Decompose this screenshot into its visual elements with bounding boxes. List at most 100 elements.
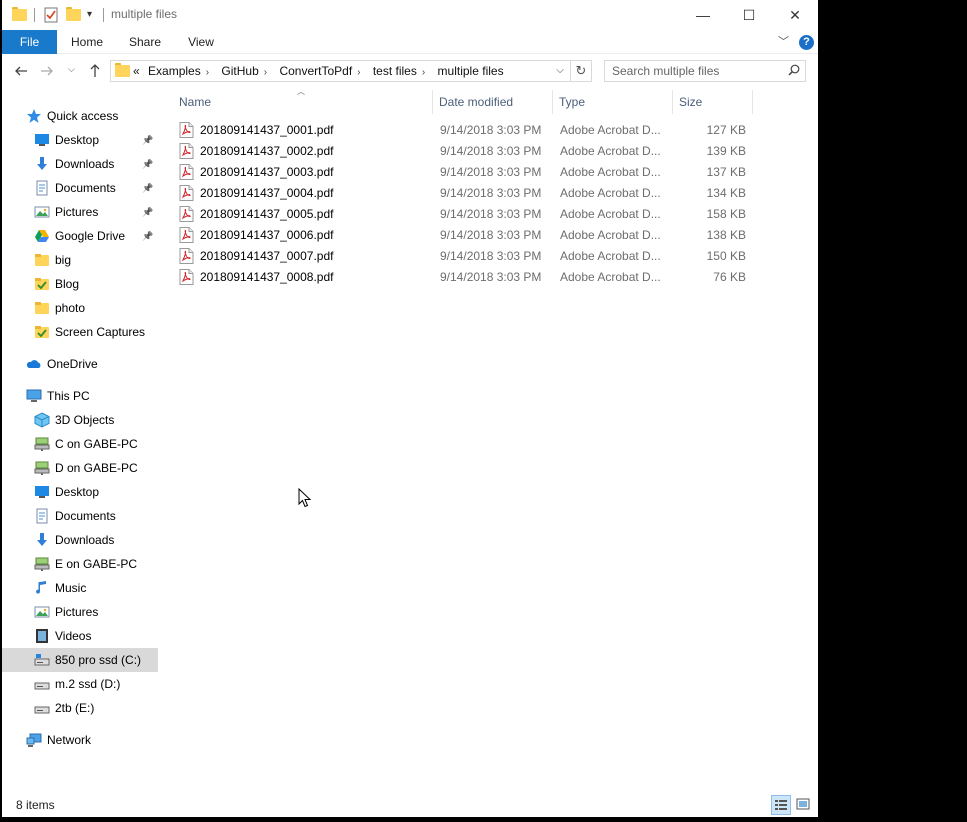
file-name: 201809141437_0001.pdf xyxy=(200,123,334,137)
pdf-file-icon xyxy=(179,227,194,243)
chevron-right-icon[interactable]: › xyxy=(422,67,425,78)
pin-icon[interactable]: 📌 xyxy=(142,200,153,224)
search-input[interactable] xyxy=(605,61,780,81)
file-size: 139 KB xyxy=(706,144,746,158)
nav-pc-850-pro-ssd-c[interactable]: 850 pro ssd (C:) xyxy=(2,648,158,672)
nav-this-pc[interactable]: This PC xyxy=(2,384,158,408)
tab-view[interactable]: View xyxy=(182,30,220,54)
nav-pc-e-on-gabe-pc[interactable]: E on GABE-PC xyxy=(2,552,158,576)
nav-pc-desktop[interactable]: Desktop xyxy=(2,480,158,504)
nav-item-label: 2tb (E:) xyxy=(55,701,95,715)
tab-home[interactable]: Home xyxy=(66,30,108,54)
pdf-file-icon xyxy=(179,143,194,159)
search-icon[interactable] xyxy=(788,64,800,76)
folder-check-icon xyxy=(35,278,49,290)
nav-pc-m-2-ssd-d[interactable]: m.2 ssd (D:) xyxy=(2,672,158,696)
breadcrumb-github[interactable]: GitHub xyxy=(221,64,258,78)
large-icons-view-button[interactable] xyxy=(794,795,814,815)
file-row[interactable]: 201809141437_0001.pdf 9/14/2018 3:03 PM Ad… xyxy=(175,120,755,141)
minimize-button[interactable]: — xyxy=(680,0,726,30)
folder-icon xyxy=(35,302,49,314)
nav-pc-pictures[interactable]: Pictures xyxy=(2,600,158,624)
address-dropdown-icon[interactable]: ⌵ xyxy=(551,61,569,81)
file-size: 158 KB xyxy=(706,207,746,221)
help-icon[interactable]: ? xyxy=(799,35,814,50)
column-header-date-modified[interactable]: Date modified xyxy=(433,90,553,114)
tab-file[interactable]: File xyxy=(2,30,57,54)
column-header-type[interactable]: Type xyxy=(553,90,673,114)
nav-item-label: Documents xyxy=(55,181,116,195)
file-date-modified: 9/14/2018 3:03 PM xyxy=(440,207,542,221)
details-view-button[interactable] xyxy=(771,795,791,815)
nav-pc-documents[interactable]: Documents xyxy=(2,504,158,528)
nav-pc-videos[interactable]: Videos xyxy=(2,624,158,648)
close-button[interactable]: ✕ xyxy=(772,0,818,30)
breadcrumb-test-files[interactable]: test files xyxy=(373,64,417,78)
column-header-name[interactable]: Name xyxy=(173,90,433,114)
item-count: 8 items xyxy=(16,798,55,812)
nav-pc-music[interactable]: Music xyxy=(2,576,158,600)
back-arrow-icon[interactable] xyxy=(14,64,28,78)
file-row[interactable]: 201809141437_0004.pdf 9/14/2018 3:03 PM Ad… xyxy=(175,183,755,204)
customize-toolbar-icon[interactable]: ▾ xyxy=(87,7,103,23)
nav-quick-big[interactable]: big xyxy=(2,248,158,272)
nav-quick-google-drive[interactable]: Google Drive 📌 xyxy=(2,224,158,248)
up-arrow-icon[interactable] xyxy=(88,63,102,78)
nav-quick-downloads[interactable]: Downloads 📌 xyxy=(2,152,158,176)
breadcrumb-converttopdf[interactable]: ConvertToPdf xyxy=(279,64,352,78)
new-folder-icon[interactable] xyxy=(66,7,82,23)
maximize-button[interactable]: ☐ xyxy=(726,0,772,30)
nav-quick-blog[interactable]: Blog xyxy=(2,272,158,296)
file-size: 150 KB xyxy=(706,249,746,263)
breadcrumb-examples[interactable]: Examples xyxy=(148,64,201,78)
file-row[interactable]: 201809141437_0008.pdf 9/14/2018 3:03 PM Ad… xyxy=(175,267,755,288)
nav-item-label: Desktop xyxy=(55,133,100,147)
nav-pc-c-on-gabe-pc[interactable]: C on GABE-PC xyxy=(2,432,158,456)
properties-icon[interactable] xyxy=(43,7,59,23)
nav-quick-documents[interactable]: Documents 📌 xyxy=(2,176,158,200)
refresh-icon[interactable]: ↻ xyxy=(571,60,592,82)
nav-network[interactable]: Network xyxy=(2,728,158,752)
tab-share[interactable]: Share xyxy=(124,30,166,54)
breadcrumb-multiple-files[interactable]: multiple files xyxy=(438,64,504,78)
search-box[interactable] xyxy=(604,60,806,82)
recent-locations-icon[interactable]: ⌵ xyxy=(68,64,75,75)
ribbon: File Home Share View ﹀ ? xyxy=(2,30,818,54)
folder-icon xyxy=(12,7,28,23)
forward-arrow-icon[interactable] xyxy=(40,64,54,78)
file-row[interactable]: 201809141437_0002.pdf 9/14/2018 3:03 PM Ad… xyxy=(175,141,755,162)
nav-pc-downloads[interactable]: Downloads xyxy=(2,528,158,552)
file-size: 134 KB xyxy=(706,186,746,200)
column-header-size[interactable]: Size xyxy=(673,90,753,114)
nav-quick-access[interactable]: Quick access xyxy=(2,104,158,128)
nav-pc-d-on-gabe-pc[interactable]: D on GABE-PC xyxy=(2,456,158,480)
file-row[interactable]: 201809141437_0006.pdf 9/14/2018 3:03 PM Ad… xyxy=(175,225,755,246)
file-type: Adobe Acrobat D... xyxy=(560,165,661,179)
nav-item-label: Desktop xyxy=(55,485,100,499)
nav-pc-2tb-e[interactable]: 2tb (E:) xyxy=(2,696,158,720)
chevron-right-icon[interactable]: › xyxy=(206,67,209,78)
onedrive-icon xyxy=(26,360,41,368)
breadcrumb-overflow[interactable]: « xyxy=(133,64,140,78)
nav-quick-pictures[interactable]: Pictures 📌 xyxy=(2,200,158,224)
nav-pc-3d-objects[interactable]: 3D Objects xyxy=(2,408,158,432)
chevron-right-icon[interactable]: › xyxy=(357,67,360,78)
pin-icon[interactable]: 📌 xyxy=(142,224,153,248)
expand-ribbon-icon[interactable]: ﹀ xyxy=(778,33,789,49)
pin-icon[interactable]: 📌 xyxy=(142,128,153,152)
nav-quick-desktop[interactable]: Desktop 📌 xyxy=(2,128,158,152)
file-row[interactable]: 201809141437_0007.pdf 9/14/2018 3:03 PM Ad… xyxy=(175,246,755,267)
address-bar[interactable]: « Examples › GitHub › ConvertToPdf › test f… xyxy=(110,60,571,82)
file-row[interactable]: 201809141437_0005.pdf 9/14/2018 3:03 PM Ad… xyxy=(175,204,755,225)
chevron-right-icon[interactable]: › xyxy=(264,67,267,78)
mouse-cursor-icon xyxy=(298,488,312,508)
nav-quick-photo[interactable]: photo xyxy=(2,296,158,320)
3d-objects-icon xyxy=(34,412,50,428)
nav-onedrive[interactable]: OneDrive xyxy=(2,352,158,376)
nav-item-label: Google Drive xyxy=(55,229,126,243)
file-list: ︿ Name Date modified Type Size 201809141… xyxy=(158,86,818,792)
pin-icon[interactable]: 📌 xyxy=(142,176,153,200)
pin-icon[interactable]: 📌 xyxy=(142,152,153,176)
nav-quick-screen-captures[interactable]: Screen Captures xyxy=(2,320,158,344)
file-row[interactable]: 201809141437_0003.pdf 9/14/2018 3:03 PM Ad… xyxy=(175,162,755,183)
